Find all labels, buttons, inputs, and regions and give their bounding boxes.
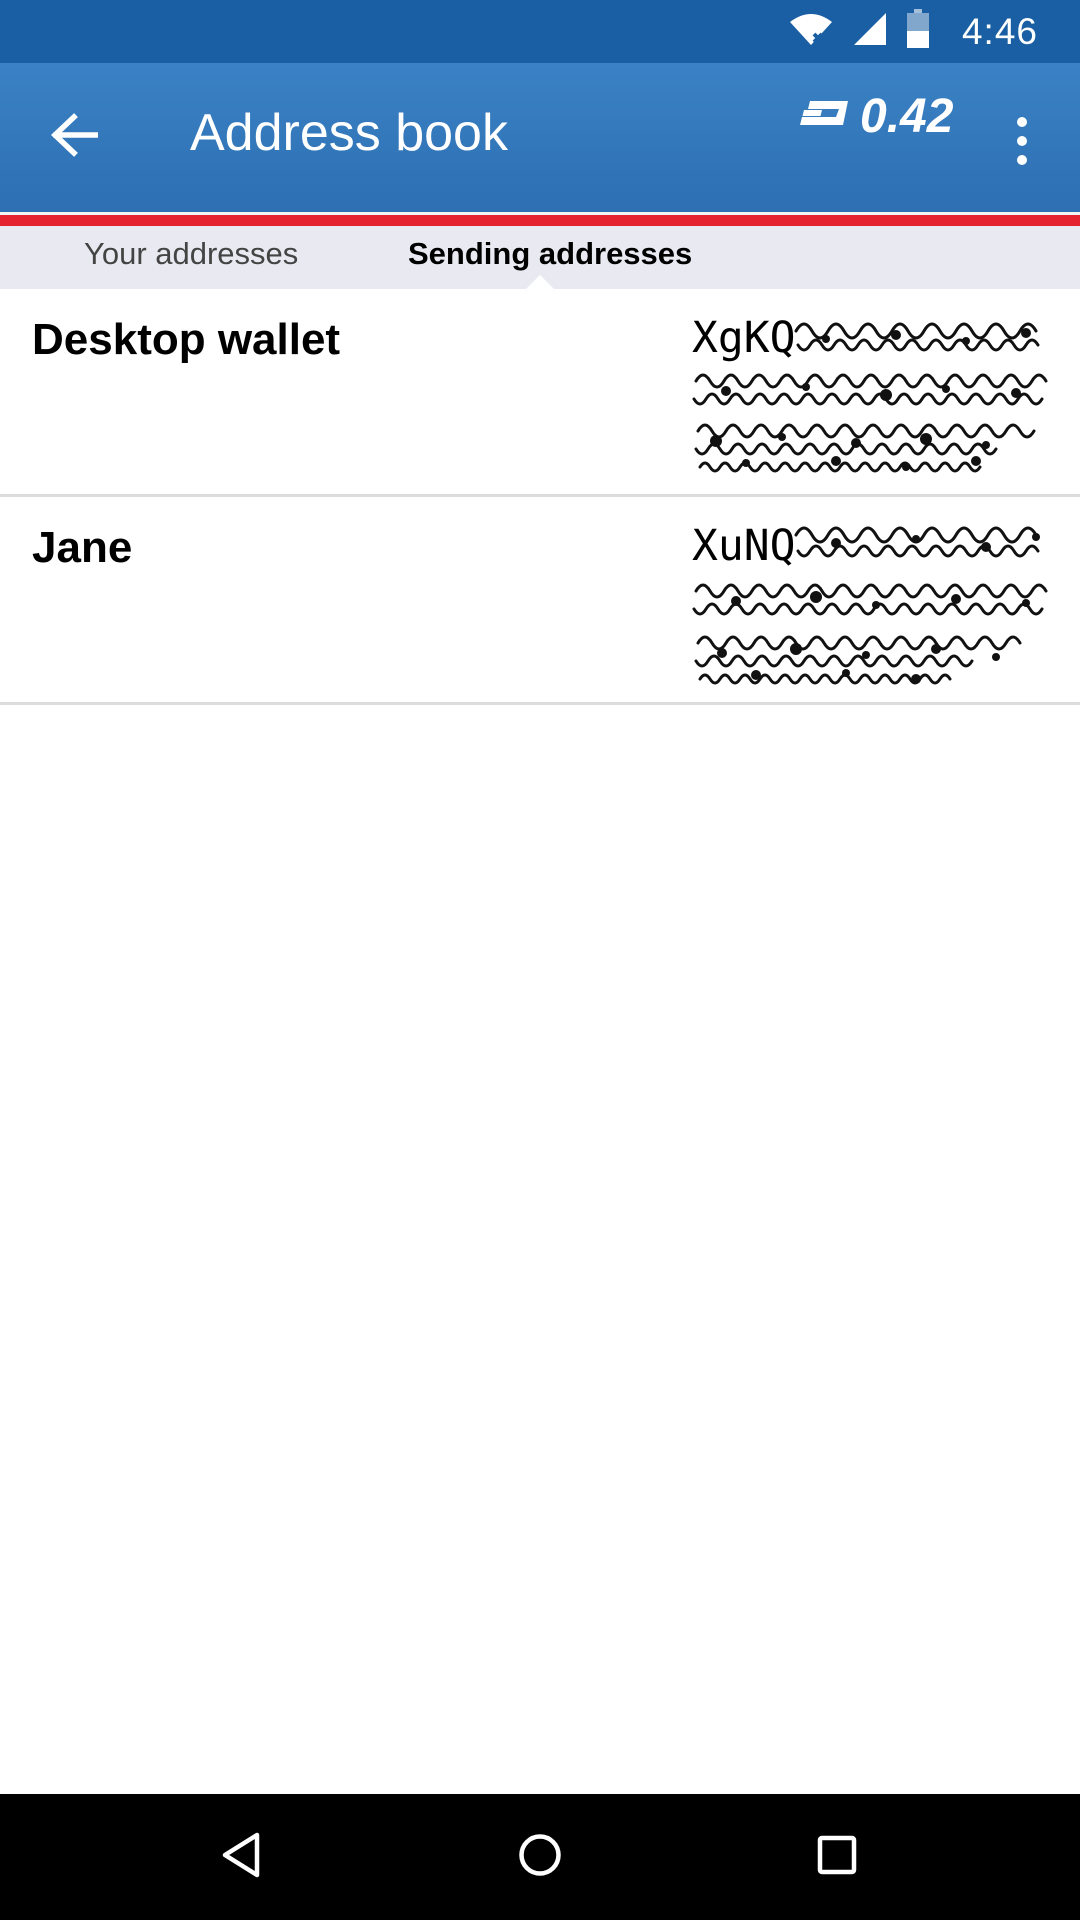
redaction-scribble	[692, 526, 1048, 685]
nav-recents-icon	[817, 1835, 857, 1880]
system-nav-bar	[0, 1794, 1080, 1920]
more-vert-icon	[1017, 117, 1027, 127]
nav-back-icon	[221, 1832, 261, 1883]
list-item[interactable]: Jane XuNQ	[0, 497, 1080, 705]
status-bar: 4:46	[0, 0, 1080, 63]
cell-signal-icon	[852, 11, 888, 52]
battery-icon	[906, 9, 930, 54]
arrow-back-icon	[50, 112, 99, 162]
address-list: Desktop wallet XgKQ Jane XuNQ	[0, 289, 1080, 705]
address-label: Jane	[32, 523, 133, 572]
app-bar: Address book 0.42	[0, 63, 1080, 212]
page-title: Address book	[190, 104, 508, 162]
dash-logo-icon	[798, 97, 854, 136]
status-icons: 4:46	[788, 9, 1038, 54]
tab-sending-addresses[interactable]: Sending addresses	[408, 236, 692, 272]
selected-tab-indicator	[526, 275, 554, 289]
nav-home-button[interactable]	[507, 1824, 573, 1890]
address-label: Desktop wallet	[32, 315, 341, 364]
address-value: XuNQ	[692, 519, 1058, 685]
accent-strip	[0, 212, 1080, 226]
wifi-no-internet-icon	[788, 12, 834, 51]
nav-home-icon	[518, 1833, 562, 1882]
status-time: 4:46	[961, 10, 1038, 52]
balance-display: 0.42	[798, 89, 953, 144]
nav-recents-button[interactable]	[804, 1824, 870, 1890]
tab-your-addresses[interactable]: Your addresses	[84, 236, 298, 272]
balance-value: 0.42	[860, 90, 954, 143]
overflow-menu-button[interactable]	[1000, 103, 1044, 179]
redaction-scribble	[692, 322, 1048, 473]
address-value: XgKQ	[692, 311, 1058, 473]
list-item[interactable]: Desktop wallet XgKQ	[0, 289, 1080, 497]
back-button[interactable]	[36, 99, 112, 175]
nav-back-button[interactable]	[208, 1824, 274, 1890]
